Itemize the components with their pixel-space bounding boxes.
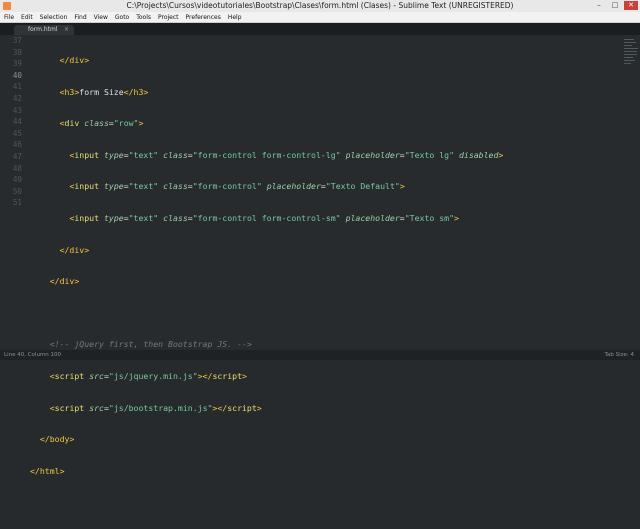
line-number-gutter: 37 38 39 40 41 42 43 44 45 46 47 48 49 5…: [0, 35, 24, 350]
tag-token: script: [212, 370, 243, 381]
tag-token: </div>: [49, 276, 80, 287]
menu-find[interactable]: Find: [70, 14, 89, 21]
line-number: 42: [12, 93, 22, 103]
line-number: 44: [12, 117, 22, 127]
menu-bar: File Edit Selection Find View Goto Tools…: [0, 12, 640, 23]
tab-form-html[interactable]: form.html ×: [14, 25, 74, 35]
string-token: "text": [128, 212, 159, 223]
string-token: "text": [128, 149, 159, 160]
string-token: "row": [113, 118, 139, 129]
tag-token: </div>: [59, 55, 90, 65]
attr-token: type: [103, 212, 124, 223]
tab-close-icon[interactable]: ×: [64, 25, 69, 35]
line-number: 39: [12, 59, 22, 69]
line-number: 43: [12, 105, 22, 115]
line-number: 37: [12, 36, 22, 45]
tag-token: <h3>: [59, 86, 80, 97]
tag-token: </body>: [39, 434, 75, 445]
status-bar: Line 40, Column 100 Tab Size: 4: [0, 350, 640, 360]
minimize-icon[interactable]: –: [592, 1, 606, 10]
attr-token: class: [163, 149, 188, 160]
menu-edit[interactable]: Edit: [17, 14, 36, 21]
attr-token: placeholder: [266, 181, 321, 192]
tag-token: input: [74, 149, 100, 160]
comment-token: <!-- jQuery first, then Bootstrap JS. --…: [49, 339, 252, 350]
line-number-current: 40: [12, 70, 22, 80]
line-number: 46: [12, 140, 22, 150]
code-line: </body>: [30, 434, 590, 446]
attr-token: src: [89, 370, 104, 381]
attr-token: class: [163, 181, 188, 192]
string-token: "form-control form-control-sm": [192, 212, 341, 223]
menu-help[interactable]: Help: [224, 14, 245, 21]
attr-token: class: [163, 212, 188, 223]
menu-view[interactable]: View: [90, 14, 111, 21]
maximize-icon[interactable]: □: [608, 1, 622, 10]
line-number: 49: [12, 175, 22, 185]
minimap[interactable]: [624, 37, 638, 77]
menu-preferences[interactable]: Preferences: [182, 14, 224, 21]
window-title: C:\Projects\Cursos\videotutoriales\Boots…: [126, 1, 514, 10]
tab-bar: form.html ×: [0, 23, 640, 35]
line-number: 47: [12, 151, 22, 161]
code-line: </div>: [30, 276, 590, 288]
string-token: "text": [128, 181, 159, 192]
tag-token: script: [54, 402, 85, 413]
code-text[interactable]: </div> <h3>form Size</h3> <div class="ro…: [30, 35, 590, 529]
code-line: </div>: [30, 55, 590, 67]
code-line: <script src="js/bootstrap.min.js"></scri…: [49, 402, 262, 413]
attr-token: src: [89, 402, 104, 413]
line-number: 48: [12, 163, 22, 173]
code-line: <div class="row">: [59, 118, 144, 129]
line-number: 45: [12, 128, 22, 138]
string-token: "form-control form-control-lg": [192, 149, 341, 160]
string-token: "Texto Default": [325, 181, 400, 192]
line-number: 38: [12, 47, 22, 57]
tab-size-indicator[interactable]: Tab Size: 4: [605, 350, 634, 360]
menu-tools[interactable]: Tools: [132, 14, 154, 21]
code-line: </html>: [30, 466, 590, 478]
menu-project[interactable]: Project: [154, 14, 182, 21]
code-line: <script src="js/jquery.min.js"></script>: [49, 370, 247, 381]
line-number: 41: [12, 82, 22, 92]
tag-token: </h3>: [123, 86, 149, 97]
code-line: <input type="text" class="form-control f…: [69, 212, 459, 223]
sublime-app-icon: [3, 2, 11, 10]
string-token: "js/bootstrap.min.js": [108, 402, 213, 413]
string-token: "form-control": [192, 181, 262, 192]
string-token: "Texto sm": [404, 212, 455, 223]
menu-selection[interactable]: Selection: [36, 14, 71, 21]
close-window-icon[interactable]: ✕: [624, 1, 638, 10]
attr-token: class: [84, 118, 109, 129]
code-line: </div>: [30, 245, 590, 257]
attr-token: type: [103, 149, 124, 160]
code-line: <h3>form Size</h3>: [30, 87, 590, 99]
attr-token: disabled: [458, 149, 499, 160]
tag-token: input: [74, 181, 100, 192]
attr-token: placeholder: [345, 212, 400, 223]
tag-token: </html>: [30, 465, 65, 476]
attr-token: placeholder: [345, 149, 400, 160]
menu-file[interactable]: File: [0, 14, 17, 21]
tag-token: script: [227, 402, 257, 413]
tag-token: input: [74, 212, 100, 223]
tag-token: script: [54, 370, 85, 381]
editor-area[interactable]: 37 38 39 40 41 42 43 44 45 46 47 48 49 5…: [0, 35, 640, 476]
menu-goto[interactable]: Goto: [111, 14, 132, 21]
text-token: form Size: [79, 86, 124, 97]
code-line: <input type="text" class="form-control" …: [69, 181, 405, 192]
line-number: 50: [12, 186, 22, 196]
tag-token: </div>: [59, 244, 90, 255]
string-token: "js/jquery.min.js": [108, 370, 198, 381]
attr-token: type: [103, 181, 124, 192]
window-controls: – □ ✕: [592, 1, 638, 10]
cursor-position: Line 40, Column 100: [4, 352, 62, 358]
code-line-current: <input type="text" class="form-control f…: [69, 149, 504, 160]
string-token: "Texto lg": [404, 149, 455, 160]
line-number: 51: [12, 198, 22, 208]
tab-label: form.html: [28, 26, 58, 33]
tag-token: div: [64, 118, 80, 129]
